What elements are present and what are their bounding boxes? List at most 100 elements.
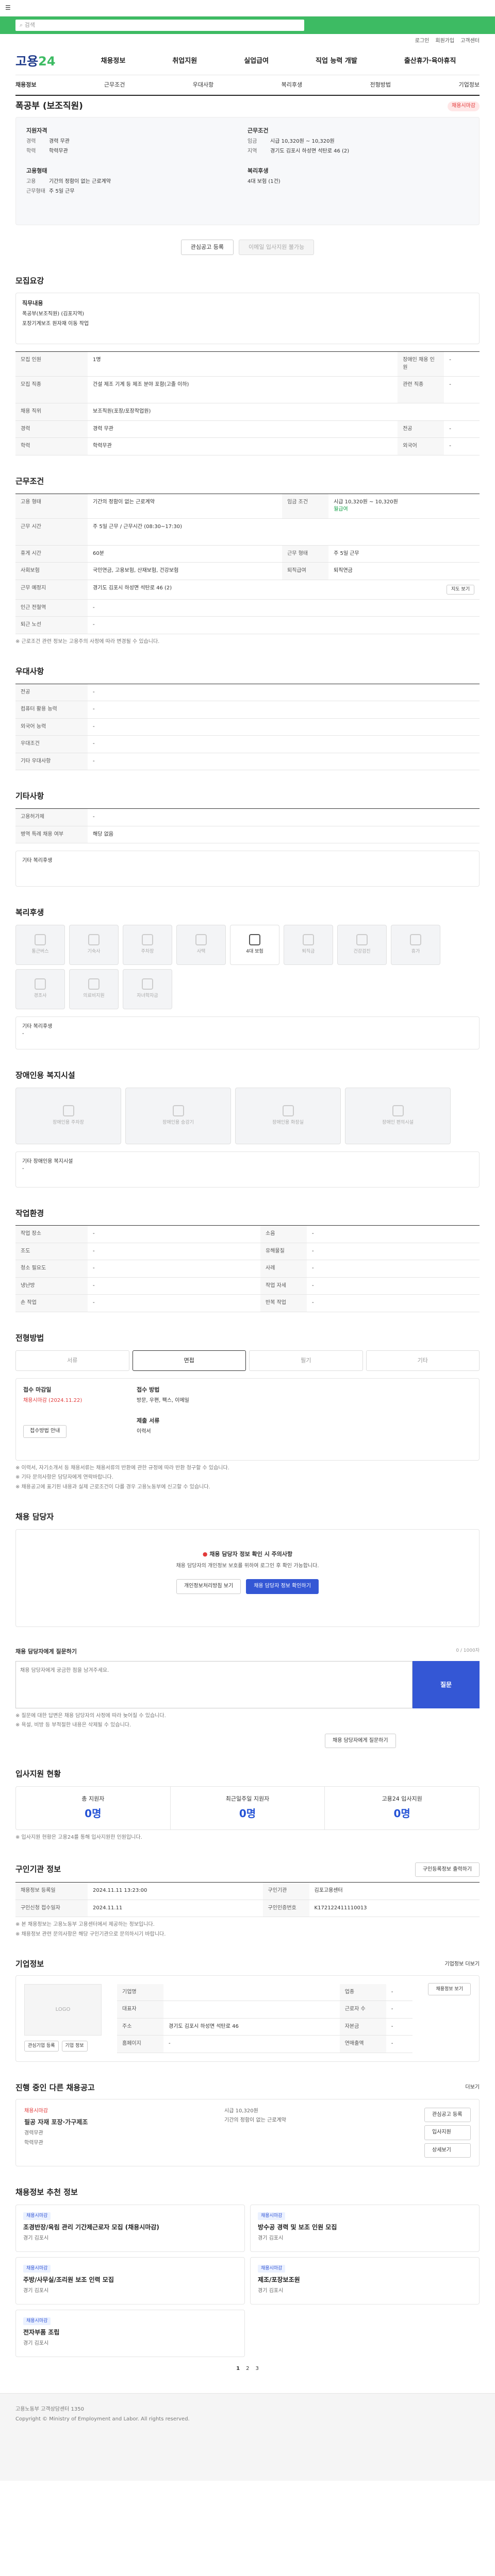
tile-label: 기숙사 [87,949,101,955]
kv-key: 경력 [26,138,36,144]
conditions-table: 고용 형태 기간의 정함이 없는 근로계약 임금 조건 시급 10,320원 ~ 10… [15,493,480,634]
th: 근무 형태 [282,545,329,563]
search-input[interactable]: ⌕ 검색 [15,20,304,31]
apply-guide-button[interactable]: 접수방법 안내 [23,1425,67,1438]
tab-conditions[interactable]: 근무조건 [104,81,125,89]
menu-icon[interactable]: ☰ [5,4,11,12]
qna-ask-button[interactable]: 채용 담당자에게 질문하기 [325,1733,396,1749]
related-section: 진행 중인 다른 채용공고 더보기 채용시마감 필공 자재 포장·가구제조 경력무… [15,2082,480,2166]
section-title: 진행 중인 다른 채용공고 [15,2082,95,2092]
process-note: ※ 이력서, 자기소개서 등 채용서류는 채용서류의 반환에 관한 규정에 따라… [15,1465,229,1471]
tile-label: 건강검진 [353,949,371,955]
disab-tile: 장애인 편의시설 [345,1087,451,1144]
welfare-icon [249,934,260,946]
card-title: 방수공 경력 및 보조 인원 모집 [258,2223,337,2231]
related-more-link[interactable]: 더보기 [465,2084,480,2092]
tab-jobinfo[interactable]: 채용정보 [15,81,36,89]
section-title: 입사지원 현황 [15,1769,61,1779]
td: - [88,1243,260,1261]
td: 국민연금, 고용보험, 산재보험, 건강보험 [88,562,283,580]
signup-link[interactable]: 회원가입 [435,38,454,45]
step-label: 면접 [184,1357,194,1364]
qna-send-button[interactable]: 질문 [412,1660,480,1708]
page-link[interactable]: 3 [255,2365,258,2373]
welfare-extra-value: - [22,1031,24,1037]
related-detail: 경력무관 [24,2130,43,2137]
related-interest-button[interactable]: 관심공고 등록 [424,2107,471,2122]
recommend-card[interactable]: 채용시마감 전자부품 조립 경기 김포시 [15,2309,245,2357]
th: 구인기관 [262,1882,309,1900]
th: 관련 직종 [398,376,444,404]
recommend-card[interactable]: 채용시마감 주방/사무실/조리원 보조 인력 모집 경기 김포시 [15,2257,245,2304]
company-interest-button[interactable]: 관심기업 등록 [24,2040,59,2052]
section-title: 장애인용 복지시설 [15,1070,75,1080]
login-link[interactable]: 로그인 [415,38,430,45]
recommend-card[interactable]: 채용시마감 제조/포장보조원 경기 김포시 [250,2257,480,2304]
td: 보조직원(포장/포장작업원) [88,403,480,421]
section-title: 구인기관 정보 [15,1864,61,1874]
search-placeholder: 검색 [24,22,35,29]
th: 기업명 [117,1984,163,2002]
td [163,1984,340,2002]
welfare-tiles: 통근버스 기숙사 주차장 사택 4대 보험 퇴직금 건강검진 휴가 경조사 의료비지원 자녀학자금 [15,924,480,1009]
contact-box: ● 채용 담당자 정보 확인 시 주의사항 채용 담당자의 개인정보 보호를 위… [15,1529,480,1627]
disab-extra-value: - [22,1166,24,1172]
welfare-tile: 통근버스 [15,924,65,965]
recommend-card[interactable]: 채용시마감 조경반장/육림 관리 기간제근로자 모집 (채용시마감) 경기 김포시 [15,2204,245,2252]
gnb-jobs[interactable]: 채용정보 [101,57,126,66]
interest-button[interactable]: 관심공고 등록 [180,239,234,255]
td: - [386,2001,413,2019]
page-link[interactable]: 2 [246,2365,249,2373]
card-title: 제조/포장보조원 [258,2276,300,2283]
th: 손 작업 [15,1294,88,1312]
th: 장애인 채용 인원 [398,351,444,377]
section-title: 채용 담당자 [15,1512,54,1522]
card-meta: 경기 김포시 [23,2341,49,2347]
map-button[interactable]: 지도 보기 [447,584,474,595]
th: 고용허가제 [15,808,88,826]
gnb-support[interactable]: 취업지원 [172,57,197,66]
tab-process[interactable]: 전형방법 [370,81,391,89]
kv-value: 학력무관 [49,148,68,155]
welfare-icon [410,934,421,946]
card-title: 주방/사무실/조리원 보조 인력 모집 [23,2276,114,2283]
show-contact-button[interactable]: 채용 담당자 정보 확인하기 [246,1579,319,1594]
company-info-button[interactable]: 기업 정보 [61,2040,88,2052]
welfare-icon [88,934,100,946]
th: 작업 자세 [260,1277,307,1295]
pager: 1 2 3 [15,2365,480,2373]
tab-welfare[interactable]: 복리후생 [282,81,302,89]
gnb-leave[interactable]: 출산휴가·육아휴직 [404,57,456,66]
th: 유해물질 [260,1243,307,1261]
tab-company[interactable]: 기업정보 [458,81,479,89]
privacy-button[interactable]: 개인정보처리방침 보기 [176,1579,241,1594]
footer-line: 고용노동부 고객상담센터 1350 [15,2406,85,2413]
logo[interactable]: 고용24 [15,53,77,71]
td [163,2001,340,2019]
conditions-note: ※ 근로조건 관련 정보는 고용주의 사정에 따라 변경될 수 있습니다. [15,638,160,645]
company-more-link[interactable]: 기업정보 더보기 [444,1961,480,1969]
deadline-badge: 채용시마감 [448,101,480,111]
th: 구인신청 접수일자 [15,1900,88,1917]
gnb-training[interactable]: 직업 능력 개발 [316,57,357,66]
qna-textarea[interactable] [15,1660,412,1708]
card-tag: 채용시마감 [23,2212,51,2220]
help-link[interactable]: 고객센터 [460,38,480,45]
page-link[interactable]: 1 [236,2365,240,2373]
stat-value: 0명 [239,1807,256,1820]
gnb-unemployment[interactable]: 실업급여 [244,57,269,66]
company-jobs-button[interactable]: 채용정보 보기 [428,1982,471,1995]
qna-note: ※ 욕설, 비방 등 부적절한 내용은 삭제될 수 있습니다. [15,1722,131,1728]
print-button[interactable]: 구인등록정보 출력하기 [415,1862,480,1877]
welfare-tile: 기숙사 [69,924,119,965]
td: 경기도 김포시 하성면 석탄로 46 (2) 지도 보기 [88,580,480,600]
recommend-section: 채용정보 추천 정보 채용시마감 조경반장/육림 관리 기간제근로자 모집 (채용… [15,2187,480,2372]
related-detail-button[interactable]: 상세보기 [424,2143,471,2158]
related-apply-button[interactable]: 입사지원 [424,2125,471,2140]
recommend-card[interactable]: 채용시마감 방수공 경력 및 보조 인원 모집 경기 김포시 [250,2204,480,2252]
section-title: 근무조건 [15,476,44,486]
td: - [88,1225,260,1243]
section-title: 기업정보 [15,1959,44,1969]
tab-preference[interactable]: 우대사항 [193,81,213,89]
related-item[interactable]: 채용시마감 필공 자재 포장·가구제조 경력무관 학력무관 시급 10,320원… [15,2098,480,2166]
